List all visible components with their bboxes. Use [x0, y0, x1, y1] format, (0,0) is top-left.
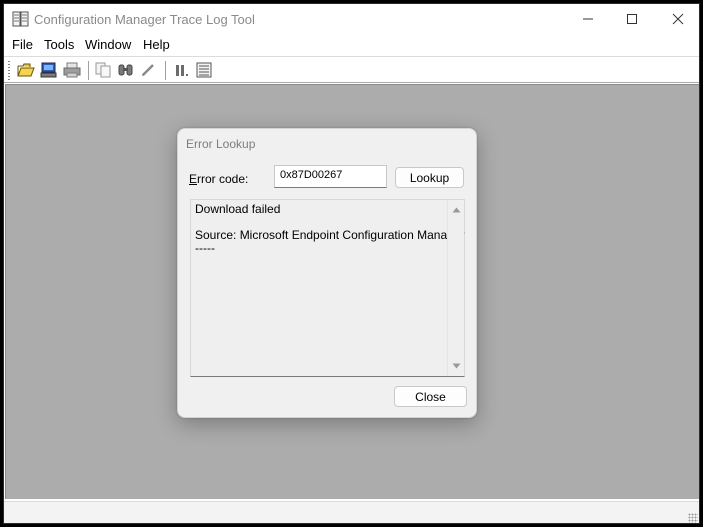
highlight-button[interactable] — [139, 61, 159, 79]
pause-icon — [176, 65, 188, 76]
toolbar-separator — [165, 61, 166, 80]
vertical-scrollbar[interactable] — [447, 200, 464, 376]
open-folder-icon — [17, 63, 35, 77]
close-window-button[interactable] — [655, 4, 699, 34]
error-code-label-mnemonic: E — [189, 172, 198, 186]
menu-bar: File Tools Window Help — [4, 35, 699, 55]
toolbar-grip[interactable] — [8, 61, 10, 80]
pause-button[interactable] — [171, 61, 191, 79]
window-title: Configuration Manager Trace Log Tool — [34, 12, 255, 27]
dialog-title: Error Lookup — [186, 137, 256, 151]
print-button[interactable] — [62, 61, 82, 79]
resize-grip[interactable] — [688, 513, 698, 523]
highlight-icon — [142, 64, 154, 76]
minimize-icon — [583, 18, 593, 20]
error-lookup-dialog: Error Lookup Error code: 0x87D00267 Look… — [177, 128, 477, 418]
result-line: ----- — [195, 241, 215, 255]
scroll-up-button[interactable] — [448, 202, 465, 218]
print-icon — [63, 62, 81, 78]
result-textbox[interactable]: Download failed Source: Microsoft Endpoi… — [190, 199, 465, 377]
computer-icon — [40, 62, 57, 78]
error-code-label-text: rror code: — [197, 172, 249, 186]
app-icon — [12, 11, 30, 27]
menu-window[interactable]: Window — [85, 37, 131, 52]
copy-button[interactable] — [93, 61, 113, 79]
error-code-input[interactable]: 0x87D00267 — [274, 165, 387, 188]
result-text: Download failed Source: Microsoft Endpoi… — [195, 202, 465, 255]
lookup-button[interactable]: Lookup — [395, 167, 464, 188]
error-code-label: Error code: — [189, 172, 248, 186]
toolbar — [4, 56, 699, 83]
maximize-icon — [627, 14, 637, 24]
toolbar-separator — [88, 61, 89, 80]
log-details-icon — [196, 62, 212, 78]
menu-tools[interactable]: Tools — [44, 37, 74, 52]
minimize-button[interactable] — [565, 4, 611, 34]
maximize-button[interactable] — [609, 4, 655, 34]
result-line: Source: Microsoft Endpoint Configuration… — [195, 228, 465, 242]
menu-help[interactable]: Help — [143, 37, 170, 52]
triangle-up-icon — [452, 207, 461, 213]
title-bar[interactable]: Configuration Manager Trace Log Tool — [4, 4, 699, 35]
result-line: Download failed — [195, 202, 281, 216]
status-bar — [4, 501, 699, 523]
triangle-down-icon — [452, 363, 461, 369]
open-button[interactable] — [16, 61, 36, 79]
log-details-button[interactable] — [194, 61, 214, 79]
remote-computer-button[interactable] — [39, 61, 59, 79]
find-button[interactable] — [116, 61, 136, 79]
find-binoculars-icon — [118, 64, 133, 76]
menu-file[interactable]: File — [12, 37, 33, 52]
scroll-down-button[interactable] — [448, 358, 465, 374]
close-button[interactable]: Close — [394, 386, 467, 407]
close-icon — [672, 13, 684, 25]
copy-icon — [95, 62, 111, 78]
